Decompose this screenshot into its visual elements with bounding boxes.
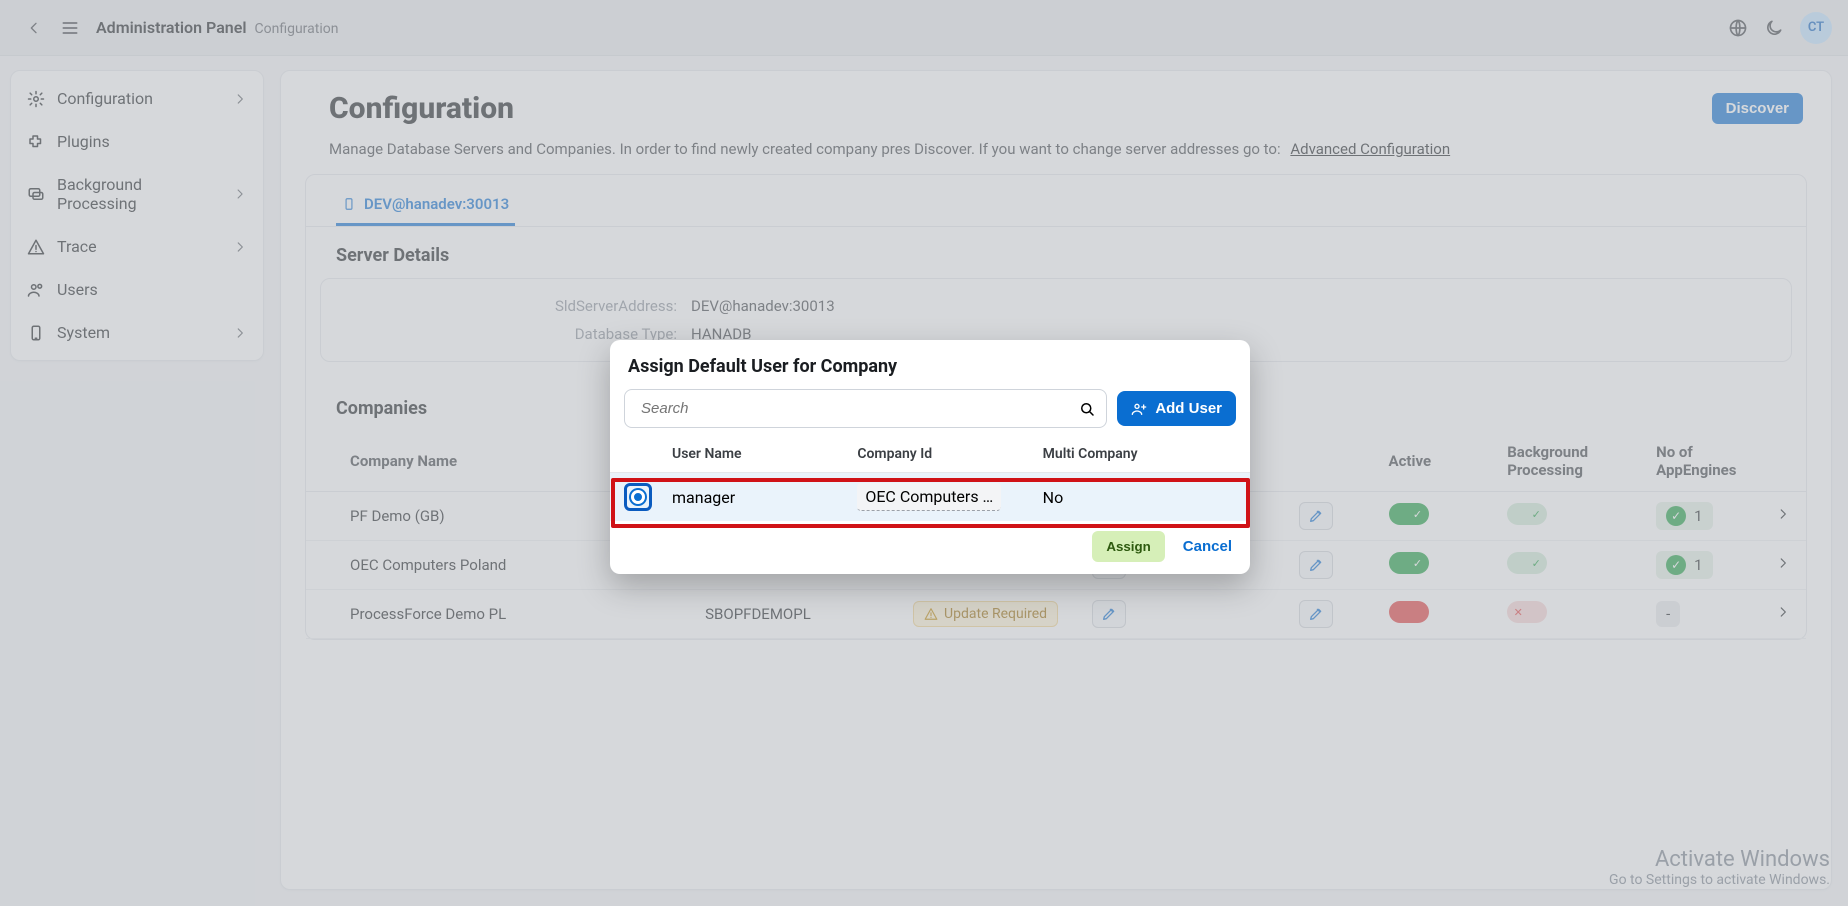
assign-user-modal: Assign Default User for Company Add User… (610, 340, 1250, 574)
modal-columns: User Name Company Id Multi Company (610, 438, 1250, 472)
modal-row-selected[interactable]: manager OEC Computers … No (610, 472, 1250, 521)
row-radio[interactable] (624, 483, 652, 511)
modal-title: Assign Default User for Company (610, 340, 1250, 389)
page-root: Administration Panel Configuration CT Co… (0, 0, 1848, 906)
add-user-icon (1131, 401, 1147, 417)
modal-row-multi: No (1043, 488, 1228, 507)
search-icon (1078, 400, 1096, 418)
windows-watermark: Activate Windows Go to Settings to activ… (1609, 847, 1830, 888)
add-user-label: Add User (1155, 400, 1222, 417)
watermark-sub: Go to Settings to activate Windows. (1609, 872, 1830, 888)
cancel-button[interactable]: Cancel (1183, 538, 1232, 555)
assign-button[interactable]: Assign (1092, 531, 1164, 562)
modal-col-company: Company Id (857, 446, 1042, 462)
modal-col-multi: Multi Company (1043, 446, 1228, 462)
search-field-wrapper (624, 389, 1107, 428)
watermark-heading: Activate Windows (1609, 847, 1830, 872)
search-input[interactable] (635, 390, 1078, 427)
modal-row-company[interactable]: OEC Computers … (857, 483, 1001, 511)
add-user-button[interactable]: Add User (1117, 391, 1236, 426)
modal-col-user: User Name (672, 446, 857, 462)
modal-row-user: manager (672, 488, 857, 507)
